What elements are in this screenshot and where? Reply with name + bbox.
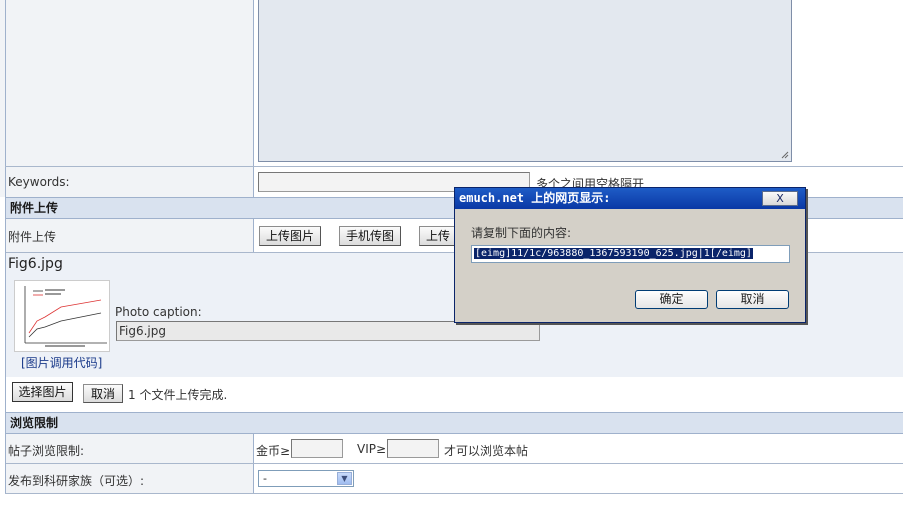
image-code-link[interactable]: [图片调用代码] xyxy=(21,354,102,371)
column-divider-top xyxy=(253,0,254,197)
vip-min-label: VIP≥ xyxy=(357,442,387,456)
left-border xyxy=(5,0,6,197)
upload-cancel-button[interactable]: 取消 xyxy=(83,384,123,403)
dialog-title-bar[interactable]: emuch.net 上的网页显示: xyxy=(455,188,805,209)
resize-grip-icon[interactable] xyxy=(781,151,789,159)
family-select[interactable]: - ▼ xyxy=(258,470,354,487)
dialog-input-value: [eimg]11/1c/963880_1367593190_625.jpg|1[… xyxy=(474,248,753,259)
gold-min-input[interactable] xyxy=(291,439,343,458)
dialog-cancel-button[interactable]: 取消 xyxy=(716,290,789,309)
content-textarea[interactable] xyxy=(258,0,792,162)
alert-dialog: emuch.net 上的网页显示: X 请复制下面的内容: [eimg]11/1… xyxy=(454,187,806,323)
dialog-input[interactable]: [eimg]11/1c/963880_1367593190_625.jpg|1[… xyxy=(471,245,790,263)
ok-button[interactable]: 确定 xyxy=(635,290,708,309)
browse-limit-label: 帖子浏览限制: xyxy=(8,444,85,458)
dialog-message: 请复制下面的内容: xyxy=(471,226,572,240)
family-label: 发布到科研家族（可选）: xyxy=(8,474,145,488)
vip-min-input[interactable] xyxy=(387,439,439,458)
upload-status: 1 个文件上传完成. xyxy=(128,388,228,402)
upload-file-button[interactable]: 上传 xyxy=(419,226,459,246)
choose-image-button[interactable]: 选择图片 xyxy=(12,382,73,402)
column-divider-attach xyxy=(253,219,254,252)
family-select-value: - xyxy=(263,472,267,485)
row-divider xyxy=(5,166,903,167)
dialog-title: emuch.net 上的网页显示: xyxy=(459,191,611,205)
upload-image-button[interactable]: 上传图片 xyxy=(259,226,321,246)
photo-caption-label: Photo caption: xyxy=(115,305,202,319)
keywords-label: Keywords: xyxy=(8,175,70,189)
gold-min-label: 金币≥ xyxy=(256,444,291,458)
browse-suffix-text: 才可以浏览本帖 xyxy=(444,444,529,458)
browse-section-header: 浏览限制 xyxy=(5,412,903,434)
left-border xyxy=(5,197,6,493)
file-name: Fig6.jpg xyxy=(8,256,63,272)
chevron-down-icon[interactable]: ▼ xyxy=(337,472,352,485)
chart-thumbnail-image xyxy=(24,286,107,347)
close-icon[interactable]: X xyxy=(762,191,798,206)
photo-caption-input[interactable] xyxy=(116,321,540,341)
photo-caption-value: Fig6.jpg xyxy=(119,324,166,338)
row-divider xyxy=(5,493,903,494)
left-column-top xyxy=(0,0,253,197)
file-thumbnail[interactable] xyxy=(14,280,110,352)
mobile-upload-button[interactable]: 手机传图 xyxy=(339,226,401,246)
attach-row-label: 附件上传 xyxy=(8,230,57,244)
